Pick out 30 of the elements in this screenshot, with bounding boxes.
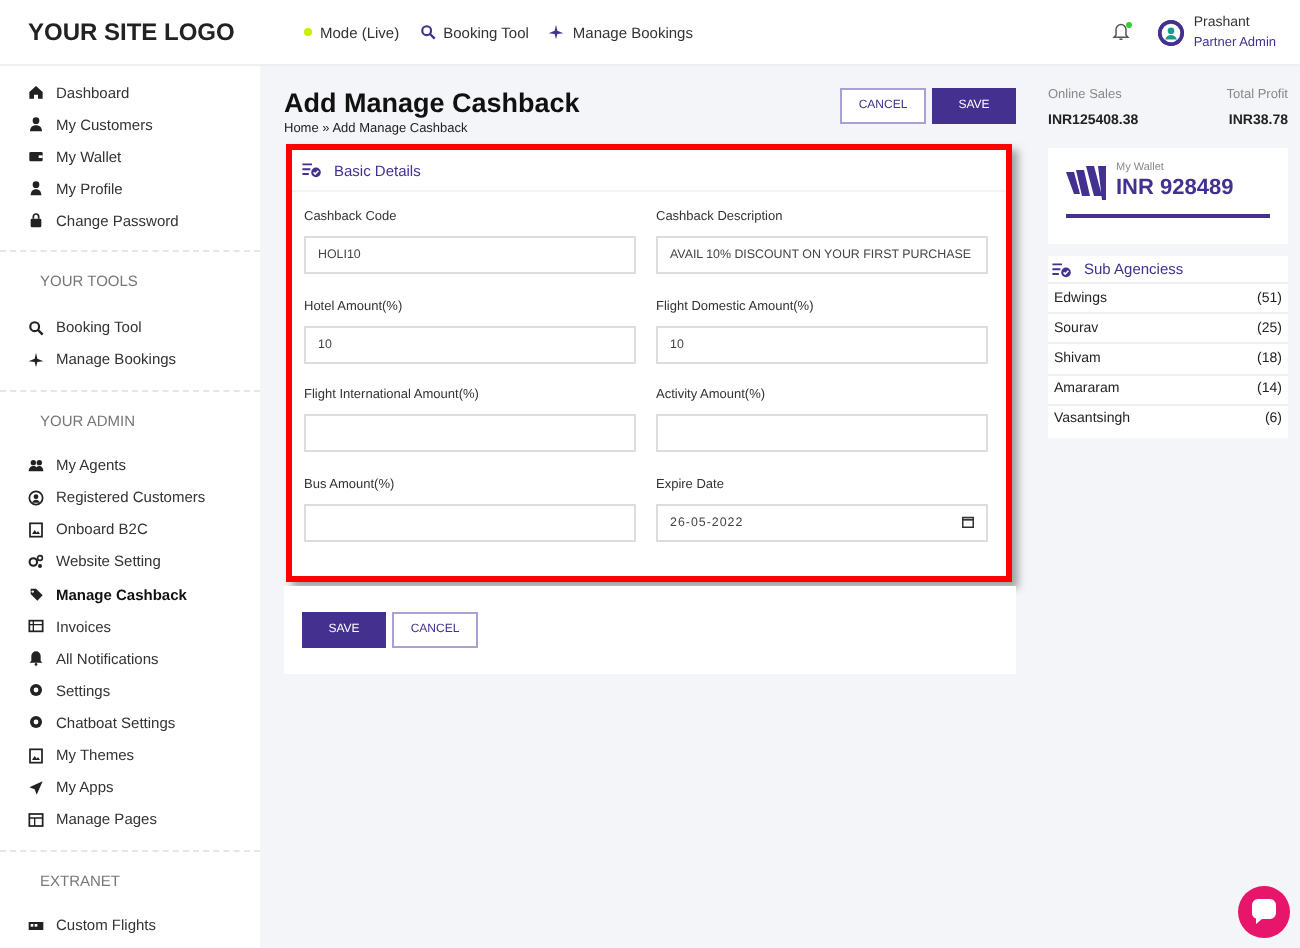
gears-icon xyxy=(28,553,44,570)
page-title: Add Manage Cashback xyxy=(284,88,580,118)
house-icon xyxy=(28,84,44,101)
person-circle-icon xyxy=(28,489,44,506)
tag-icon xyxy=(28,586,44,603)
input-field[interactable] xyxy=(304,414,636,452)
wallet-logo-icon xyxy=(1066,166,1110,200)
calendar-icon[interactable] xyxy=(962,516,974,528)
bell-icon[interactable] xyxy=(1111,22,1130,42)
person-icon xyxy=(28,116,44,133)
avatar-icon[interactable] xyxy=(1157,19,1184,45)
paper-plane-icon xyxy=(28,779,44,796)
site-logo[interactable]: YOUR SITE LOGO xyxy=(28,18,235,46)
people-icon xyxy=(28,457,44,474)
input-field[interactable] xyxy=(656,414,988,452)
person-icon xyxy=(28,180,44,197)
picture-icon xyxy=(28,747,44,764)
chat-button[interactable] xyxy=(1238,886,1290,938)
table-icon xyxy=(28,618,44,635)
list-check-icon xyxy=(302,162,322,178)
layout-icon xyxy=(28,811,44,828)
wallet-icon xyxy=(28,148,44,165)
search-icon xyxy=(419,24,436,40)
bell-icon xyxy=(28,650,44,667)
wallet-amount: INR 928489 xyxy=(1116,176,1234,200)
search-icon xyxy=(28,319,44,336)
status-dot-icon xyxy=(304,28,312,36)
input-field[interactable] xyxy=(304,503,636,541)
picture-icon xyxy=(28,521,44,538)
lock-icon xyxy=(28,212,44,229)
